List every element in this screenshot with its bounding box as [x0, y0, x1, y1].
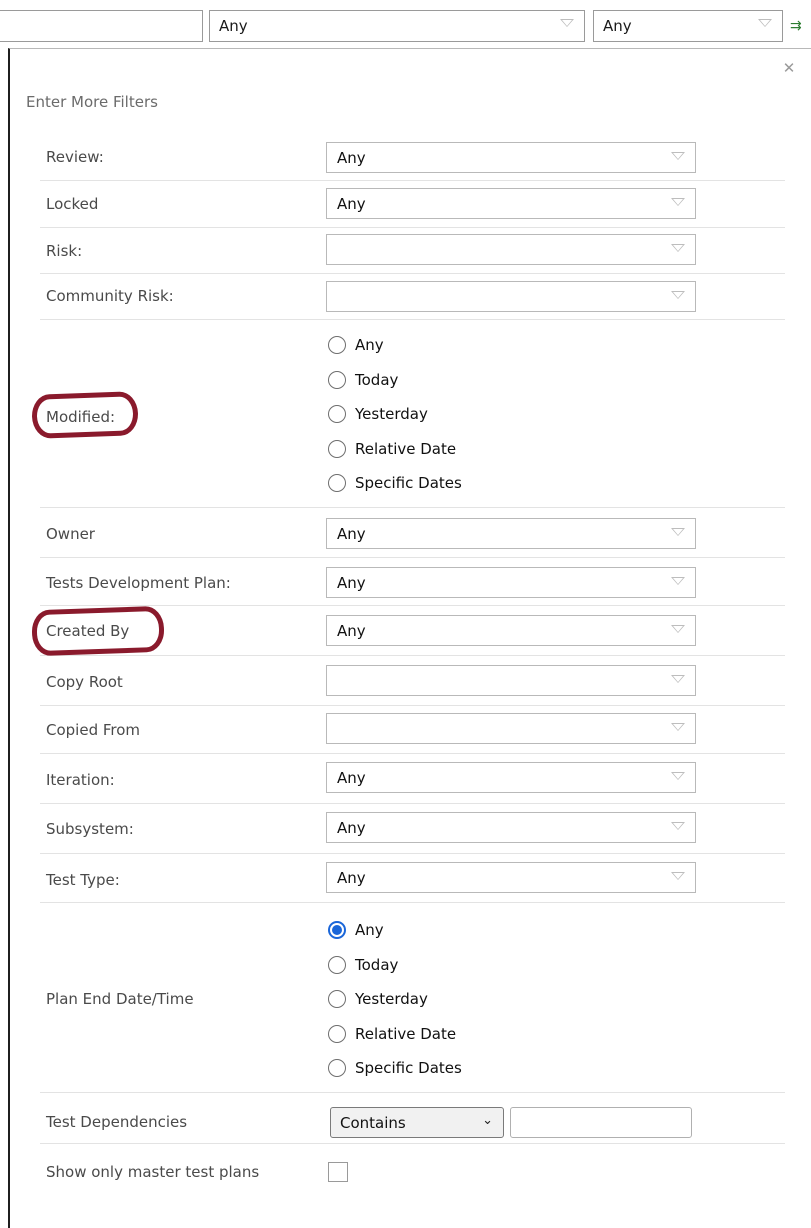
radio-button[interactable] — [328, 1024, 346, 1043]
plan-end-radio-group: Any Today Yesterday Relative Date Specif… — [328, 913, 462, 1086]
chevron-down-icon — [671, 872, 685, 880]
plan-end-option-yesterday[interactable]: Yesterday — [328, 982, 462, 1017]
locked-select[interactable]: Any — [326, 188, 696, 219]
test-type-select[interactable]: Any — [326, 862, 696, 893]
test-dependencies-input[interactable] — [510, 1107, 692, 1138]
radio-label: Specific Dates — [355, 1059, 462, 1078]
tests-dev-plan-value: Any — [337, 574, 366, 592]
chevron-down-icon — [671, 625, 685, 633]
radio-button[interactable] — [328, 405, 346, 424]
owner-value: Any — [337, 525, 366, 543]
radio-label: Relative Date — [355, 1024, 457, 1043]
test-type-value: Any — [337, 869, 366, 887]
chevron-down-icon — [671, 244, 685, 252]
radio-button[interactable] — [328, 439, 346, 458]
community-risk-label: Community Risk: — [46, 287, 174, 305]
test-type-label: Test Type: — [46, 871, 120, 889]
iteration-select[interactable]: Any — [326, 762, 696, 793]
radio-label: Today — [355, 370, 399, 389]
tests-dev-plan-select[interactable]: Any — [326, 567, 696, 598]
chevron-down-icon — [671, 291, 685, 299]
filter-row-master-only: Show only master test plans — [40, 1144, 785, 1194]
tests-dev-plan-label: Tests Development Plan: — [46, 574, 231, 592]
subsystem-value: Any — [337, 819, 366, 837]
radio-button[interactable] — [328, 474, 346, 493]
radio-label: Specific Dates — [355, 474, 462, 493]
top-filter-bar: Any Any ⇉ — [0, 0, 811, 48]
modified-radio-group: Any Today Yesterday Relative Date Specif… — [328, 328, 462, 501]
chevron-down-icon — [560, 19, 574, 27]
test-dependencies-operator-value: Contains — [340, 1114, 406, 1132]
test-dependencies-label: Test Dependencies — [46, 1113, 188, 1131]
modified-option-relative-date[interactable]: Relative Date — [328, 432, 462, 467]
plan-end-label: Plan End Date/Time — [46, 990, 194, 1008]
review-label: Review: — [46, 148, 104, 166]
copy-root-label: Copy Root — [46, 673, 123, 691]
risk-select[interactable] — [326, 234, 696, 265]
top-search-input[interactable] — [0, 10, 203, 42]
created-by-value: Any — [337, 622, 366, 640]
radio-label: Yesterday — [355, 405, 428, 424]
test-dependencies-operator-select[interactable]: Contains ⌄ — [330, 1107, 504, 1138]
plan-end-option-today[interactable]: Today — [328, 948, 462, 983]
subsystem-select[interactable]: Any — [326, 812, 696, 843]
owner-label: Owner — [46, 525, 95, 543]
chevron-down-icon — [671, 198, 685, 206]
apply-filter-icon[interactable]: ⇉ — [790, 18, 802, 34]
top-filter-select-2-value: Any — [603, 17, 632, 35]
review-select[interactable]: Any — [326, 142, 696, 173]
plan-end-option-any[interactable]: Any — [328, 913, 462, 948]
radio-button[interactable] — [328, 336, 346, 355]
locked-label: Locked — [46, 195, 99, 213]
review-value: Any — [337, 149, 366, 167]
locked-value: Any — [337, 195, 366, 213]
modified-option-yesterday[interactable]: Yesterday — [328, 397, 462, 432]
chevron-down-icon — [758, 19, 772, 27]
iteration-value: Any — [337, 769, 366, 787]
community-risk-select[interactable] — [326, 281, 696, 312]
radio-label: Today — [355, 955, 399, 974]
panel-title: Enter More Filters — [26, 93, 158, 111]
radio-button[interactable] — [328, 1059, 346, 1078]
top-filter-select-2[interactable]: Any — [593, 10, 783, 42]
copied-from-select[interactable] — [326, 713, 696, 744]
radio-button[interactable] — [328, 370, 346, 389]
chevron-down-icon — [671, 822, 685, 830]
radio-button[interactable] — [328, 955, 346, 974]
modified-option-any[interactable]: Any — [328, 328, 462, 363]
created-by-select[interactable]: Any — [326, 615, 696, 646]
plan-end-option-specific-dates[interactable]: Specific Dates — [328, 1051, 462, 1086]
chevron-down-icon — [671, 577, 685, 585]
chevron-down-icon — [671, 528, 685, 536]
master-only-label: Show only master test plans — [46, 1163, 260, 1181]
chevron-down-icon: ⌄ — [482, 1113, 493, 1128]
modified-highlight-annotation — [31, 391, 139, 439]
radio-label: Any — [355, 336, 384, 355]
modified-option-today[interactable]: Today — [328, 363, 462, 398]
radio-button[interactable] — [328, 990, 346, 1009]
radio-label: Relative Date — [355, 439, 457, 458]
copied-from-label: Copied From — [46, 721, 141, 739]
plan-end-option-relative-date[interactable]: Relative Date — [328, 1017, 462, 1052]
created-by-highlight-annotation — [31, 605, 165, 657]
copy-root-select[interactable] — [326, 665, 696, 696]
close-icon[interactable]: ✕ — [781, 60, 797, 76]
master-only-checkbox[interactable] — [328, 1162, 348, 1182]
chevron-down-icon — [671, 772, 685, 780]
risk-label: Risk: — [46, 242, 83, 260]
radio-label: Yesterday — [355, 990, 428, 1009]
chevron-down-icon — [671, 675, 685, 683]
chevron-down-icon — [671, 152, 685, 160]
top-filter-select-1[interactable]: Any — [209, 10, 585, 42]
radio-button-selected[interactable] — [328, 921, 346, 940]
iteration-label: Iteration: — [46, 771, 115, 789]
modified-option-specific-dates[interactable]: Specific Dates — [328, 466, 462, 501]
subsystem-label: Subsystem: — [46, 820, 134, 838]
top-filter-select-1-value: Any — [219, 17, 248, 35]
chevron-down-icon — [671, 723, 685, 731]
radio-label: Any — [355, 921, 384, 940]
owner-select[interactable]: Any — [326, 518, 696, 549]
